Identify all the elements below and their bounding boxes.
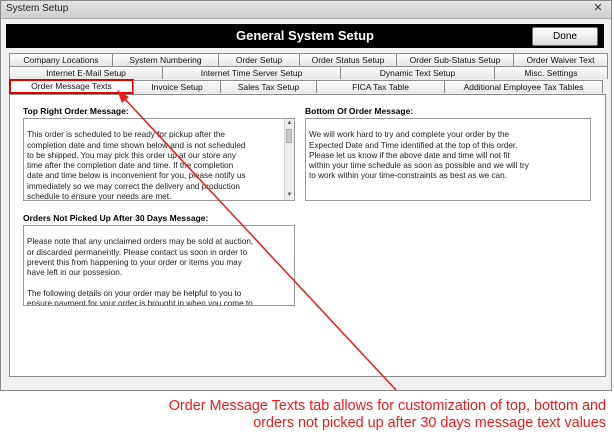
scroll-up-icon[interactable]: ▲ bbox=[285, 119, 294, 128]
window-title: System Setup bbox=[6, 3, 69, 14]
caption-line-1: Order Message Texts tab allows for custo… bbox=[168, 398, 606, 414]
tab-order-waiver-text[interactable]: Order Waiver Text bbox=[513, 53, 608, 66]
setup-header: General System Setup Done bbox=[6, 24, 604, 48]
tab-order-setup[interactable]: Order Setup bbox=[218, 53, 300, 66]
bottom-message-label: Bottom Of Order Message: bbox=[305, 106, 414, 116]
close-icon[interactable]: ✕ bbox=[590, 2, 606, 15]
tab-misc-settings[interactable]: Misc. Settings bbox=[494, 66, 608, 79]
tab-row-1: Company Locations System Numbering Order… bbox=[9, 53, 608, 66]
tab-company-locations[interactable]: Company Locations bbox=[9, 53, 113, 66]
not-picked-up-message-text: Please note that any unclaimed orders ma… bbox=[27, 237, 254, 306]
annotation-caption: Order Message Texts tab allows for custo… bbox=[96, 398, 606, 432]
tab-dynamic-text-setup[interactable]: Dynamic Text Setup bbox=[340, 66, 495, 79]
system-setup-window: System Setup ✕ General System Setup Done… bbox=[0, 0, 612, 391]
tab-order-status-setup[interactable]: Order Status Setup bbox=[299, 53, 397, 66]
caption-line-2: orders not picked up after 30 days messa… bbox=[253, 415, 606, 431]
top-right-scrollbar[interactable]: ▲ ▼ bbox=[284, 119, 294, 200]
tab-internet-time-server-setup[interactable]: Internet Time Server Setup bbox=[162, 66, 341, 79]
tab-fica-tax-table[interactable]: FICA Tax Table bbox=[316, 80, 445, 93]
top-right-message-label: Top Right Order Message: bbox=[23, 106, 129, 116]
tab-invoice-setup[interactable]: Invoice Setup bbox=[133, 80, 221, 93]
not-picked-up-message-label: Orders Not Picked Up After 30 Days Messa… bbox=[23, 213, 209, 223]
tab-additional-employee-tax-tables[interactable]: Additional Employee Tax Tables bbox=[444, 80, 603, 93]
tab-order-sub-status-setup[interactable]: Order Sub-Status Setup bbox=[396, 53, 514, 66]
scroll-thumb[interactable] bbox=[286, 129, 292, 143]
tab-sales-tax-setup[interactable]: Sales Tax Setup bbox=[220, 80, 317, 93]
top-right-message-textarea[interactable]: This order is scheduled to be ready for … bbox=[23, 118, 295, 201]
page-title: General System Setup bbox=[236, 28, 374, 43]
tab-content-panel: Top Right Order Message: This order is s… bbox=[9, 94, 606, 377]
tab-system-numbering[interactable]: System Numbering bbox=[112, 53, 219, 66]
tab-internet-email-setup[interactable]: Internet E-Mail Setup bbox=[9, 66, 163, 79]
tab-row-3: Order Message Texts Invoice Setup Sales … bbox=[9, 79, 603, 94]
title-bar[interactable]: System Setup ✕ bbox=[1, 1, 611, 19]
tab-row-2: Internet E-Mail Setup Internet Time Serv… bbox=[9, 66, 608, 79]
top-right-message-text: This order is scheduled to be ready for … bbox=[27, 130, 246, 201]
bottom-message-textarea[interactable]: We will work hard to try and complete yo… bbox=[305, 118, 591, 201]
bottom-message-text: We will work hard to try and complete yo… bbox=[309, 130, 529, 181]
done-button[interactable]: Done bbox=[532, 27, 598, 46]
not-picked-up-message-textarea[interactable]: Please note that any unclaimed orders ma… bbox=[23, 225, 295, 306]
tab-order-message-texts[interactable]: Order Message Texts bbox=[9, 79, 134, 94]
scroll-down-icon[interactable]: ▼ bbox=[285, 191, 294, 200]
